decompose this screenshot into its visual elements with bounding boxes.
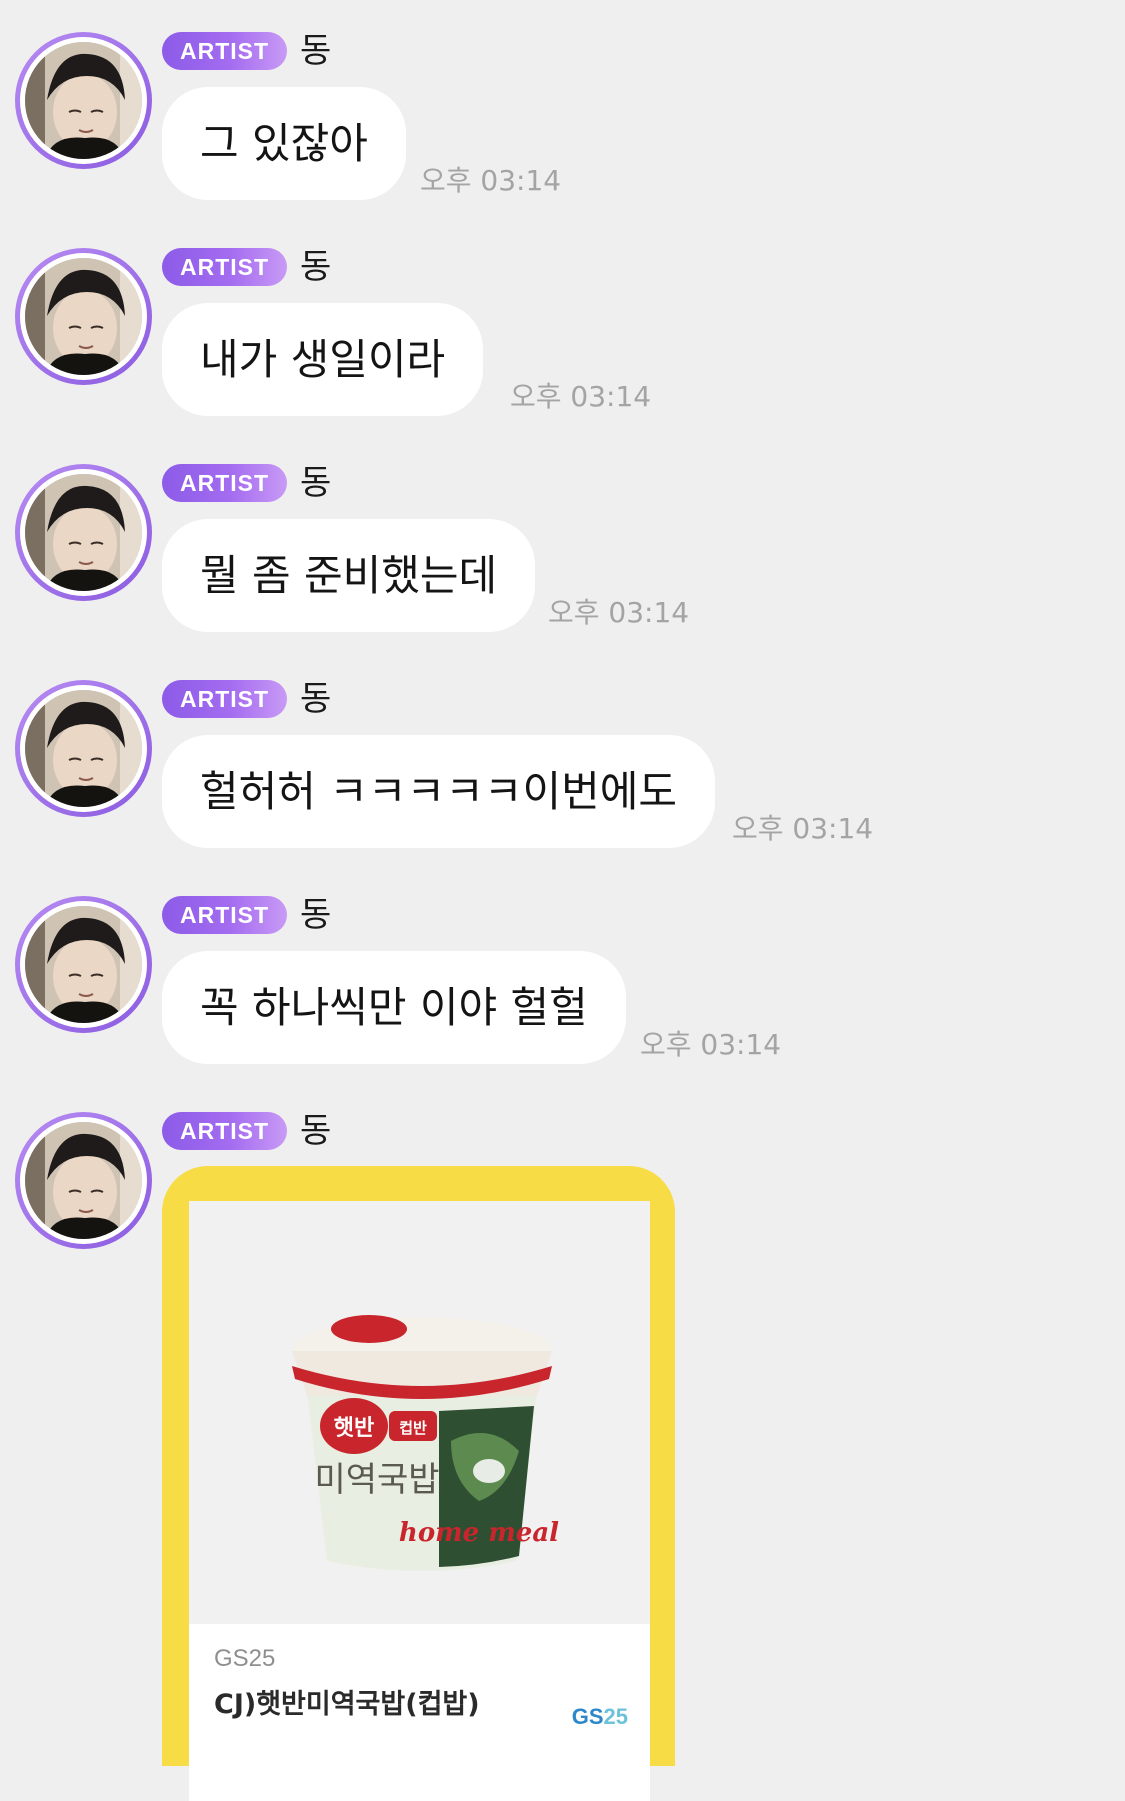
message-time: 오후 03:14 — [510, 380, 652, 413]
chat-message: ARTIST 동 헐허허 ㅋㅋㅋㅋㅋ이번에도 오후 03:14 — [0, 648, 1125, 864]
message-time: 오후 03:14 — [640, 1028, 782, 1061]
message-time: 오후 03:14 — [732, 812, 874, 845]
message-bubble[interactable]: 꼭 하나씩만 이야 헐헐 — [162, 951, 626, 1064]
sender-name: 동 — [300, 895, 332, 935]
avatar-photo — [25, 690, 142, 807]
avatar[interactable] — [15, 248, 152, 385]
product-image: 햇반 컵반 미역국밥 home meal — [189, 1201, 650, 1624]
product-name-text: 미역국밥 — [314, 1460, 439, 1500]
avatar-photo — [25, 258, 142, 375]
message-bubble[interactable]: 내가 생일이라 — [162, 303, 484, 416]
sender-name: 동 — [300, 463, 332, 503]
chat-message: ARTIST 동 그 있잖아 오후 03:14 — [0, 0, 1125, 216]
avatar[interactable] — [15, 680, 152, 817]
artist-badge: ARTIST — [162, 680, 288, 718]
sender-name: 동 — [300, 247, 332, 287]
product-tag-text: home meal — [399, 1518, 559, 1548]
gift-card-body: 햇반 컵반 미역국밥 home meal GS25 CJ)햇반미역국밥(컵밥) … — [189, 1201, 650, 1801]
avatar-photo — [25, 906, 142, 1023]
product-brand-text: 햇반 — [334, 1416, 374, 1441]
message-bubble[interactable]: 헐허허 ㅋㅋㅋㅋㅋ이번에도 — [162, 735, 716, 848]
gs25-logo-icon: GS25 — [571, 1704, 628, 1729]
message-bubble[interactable]: 그 있잖아 — [162, 87, 406, 200]
message-time: 오후 03:14 — [548, 596, 690, 629]
avatar[interactable] — [15, 896, 152, 1033]
avatar-photo — [25, 474, 142, 591]
avatar-photo — [25, 42, 142, 159]
message-time: 오후 03:14 — [420, 164, 562, 197]
store-name: GS25 — [214, 1645, 276, 1672]
product-title: CJ)햇반미역국밥(컵밥) — [214, 1689, 480, 1720]
artist-badge: ARTIST — [162, 464, 288, 502]
sender-name: 동 — [300, 31, 332, 71]
artist-badge: ARTIST — [162, 248, 288, 286]
sender-name: 동 — [300, 1111, 332, 1151]
product-sub-text: 컵반 — [399, 1419, 427, 1437]
artist-badge: ARTIST — [162, 896, 288, 934]
avatar[interactable] — [15, 32, 152, 169]
avatar-photo — [25, 1122, 142, 1239]
sender-name: 동 — [300, 679, 332, 719]
gift-card[interactable]: 햇반 컵반 미역국밥 home meal GS25 CJ)햇반미역국밥(컵밥) … — [162, 1166, 675, 1801]
avatar[interactable] — [15, 1112, 152, 1249]
avatar[interactable] — [15, 464, 152, 601]
artist-badge: ARTIST — [162, 32, 288, 70]
artist-badge: ARTIST — [162, 1112, 288, 1150]
chat-message: ARTIST 동 내가 생일이라 오후 03:14 — [0, 216, 1125, 432]
message-bubble[interactable]: 뭘 좀 준비했는데 — [162, 519, 536, 632]
chat-message: ARTIST 동 뭘 좀 준비했는데 오후 03:14 — [0, 432, 1125, 648]
chat-message: ARTIST 동 꼭 하나씩만 이야 헐헐 오후 03:14 — [0, 864, 1125, 1080]
